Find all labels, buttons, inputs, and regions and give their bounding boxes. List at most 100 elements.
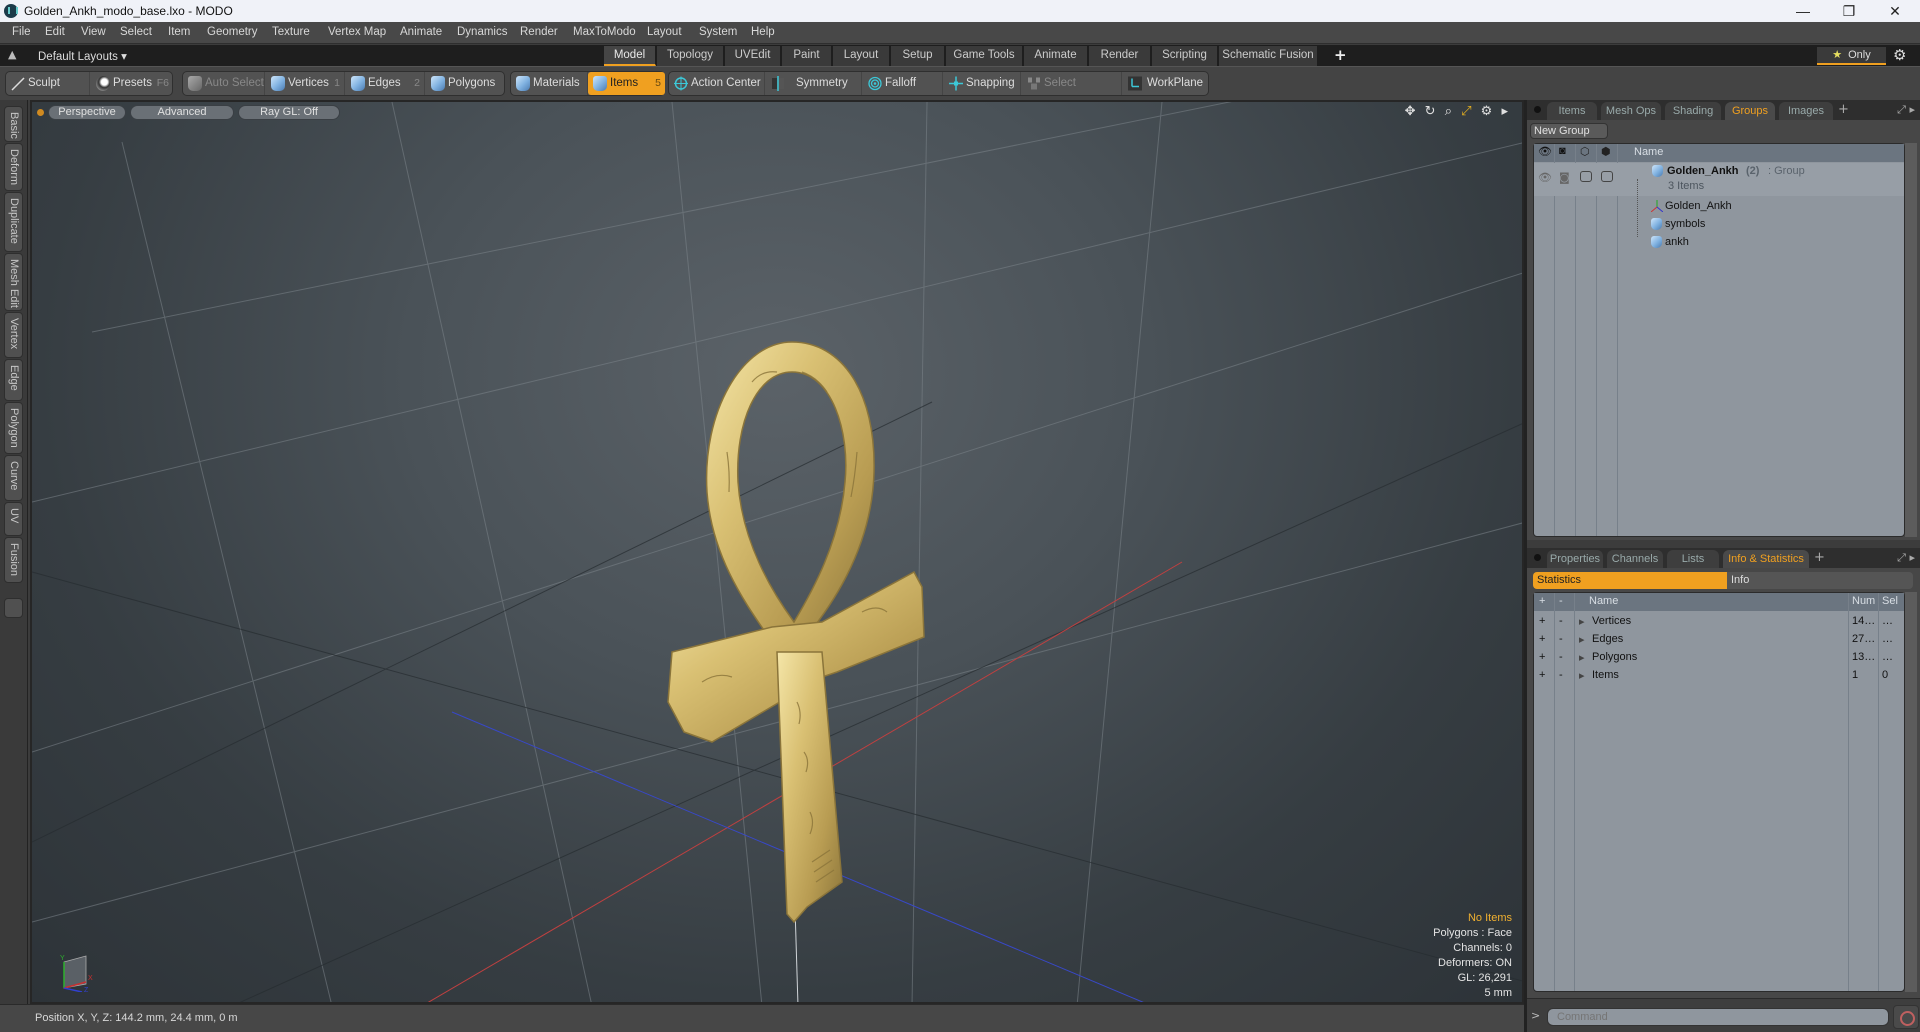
workplane-button[interactable]: WorkPlane (1123, 72, 1209, 95)
select-toggle[interactable] (1601, 171, 1613, 182)
tab-render[interactable]: Render (1089, 46, 1151, 66)
tab-mesh-ops[interactable]: Mesh Ops (1601, 102, 1661, 120)
tab-properties[interactable]: Properties (1547, 550, 1603, 568)
expand-panel-icon[interactable]: ⤢ ▸ (1897, 103, 1915, 117)
add-layout-tab-button[interactable]: + (1334, 46, 1347, 64)
collapse-row-button[interactable]: - (1559, 615, 1563, 627)
tab-paint[interactable]: Paint (782, 46, 832, 66)
action-center-button[interactable]: Action Center (669, 72, 765, 95)
vtab-polygon[interactable]: Polygon (4, 402, 23, 454)
vtab-duplicate[interactable]: Duplicate (4, 192, 23, 252)
add-tab-button[interactable]: + (1814, 550, 1825, 565)
menu-edit[interactable]: Edit (45, 26, 65, 38)
sculpt-button[interactable]: Sculpt (6, 72, 90, 95)
expand-arrow-icon[interactable]: ▸ (1501, 104, 1508, 119)
view-type-button[interactable]: Perspective (48, 105, 126, 120)
symmetry-button[interactable]: Symmetry (766, 72, 862, 95)
tab-setup[interactable]: Setup (891, 46, 945, 66)
statistics-row[interactable]: + - ▸ Items 1 0 (1534, 666, 1904, 684)
menu-help[interactable]: Help (751, 26, 775, 38)
visibility-toggle-icon[interactable]: 👁 (1538, 171, 1552, 184)
collapse-row-button[interactable]: - (1559, 633, 1563, 645)
collapse-row-button[interactable]: - (1559, 669, 1563, 681)
tab-shading[interactable]: Shading (1665, 102, 1721, 120)
tab-info-statistics[interactable]: Info & Statistics (1723, 550, 1809, 568)
gear-icon[interactable]: ⚙ (1893, 46, 1906, 64)
vtab-vertex[interactable]: Vertex (4, 312, 23, 358)
statistics-scrollbar[interactable] (1905, 592, 1917, 992)
close-button[interactable]: ✕ (1872, 0, 1918, 22)
menu-render[interactable]: Render (520, 26, 558, 38)
tab-animate[interactable]: Animate (1024, 46, 1088, 66)
menu-texture[interactable]: Texture (272, 26, 310, 38)
menu-select[interactable]: Select (120, 26, 152, 38)
info-subtab[interactable]: Info (1727, 572, 1913, 589)
menu-animate[interactable]: Animate (400, 26, 442, 38)
vtab-deform[interactable]: Deform (4, 143, 23, 191)
menu-vertex-map[interactable]: Vertex Map (328, 26, 386, 38)
vertices-button[interactable]: Vertices 1 (266, 72, 345, 95)
expand-triangle-icon[interactable]: ▸ (1579, 669, 1585, 682)
group-row[interactable]: 👁 ◙ Golden_Ankh (2) : Group 3 Items (1534, 163, 1904, 196)
expand-row-button[interactable]: + (1539, 633, 1545, 645)
expand-row-button[interactable]: + (1539, 651, 1545, 663)
snapping-button[interactable]: Snapping (944, 72, 1021, 95)
group-child-row[interactable]: symbols (1534, 215, 1904, 233)
menu-system[interactable]: System (699, 26, 737, 38)
expand-triangle-icon[interactable]: ▸ (1579, 615, 1585, 628)
materials-button[interactable]: Materials (511, 72, 588, 95)
zoom-icon[interactable]: ⌕ (1445, 104, 1452, 119)
add-tab-button[interactable]: + (1838, 102, 1849, 117)
record-macro-button[interactable] (1893, 1005, 1919, 1029)
statistics-row[interactable]: + - ▸ Edges 27…… (1534, 630, 1904, 648)
minimize-button[interactable]: — (1780, 0, 1826, 22)
tab-schematic-fusion[interactable]: Schematic Fusion (1219, 46, 1318, 66)
statistics-subtab[interactable]: Statistics (1533, 572, 1727, 589)
menu-maxtomodo[interactable]: MaxToModo (573, 26, 636, 38)
layouts-dropdown[interactable]: Default Layouts ▾ (38, 49, 127, 63)
tab-topology[interactable]: Topology (657, 46, 724, 66)
collapse-row-button[interactable]: - (1559, 651, 1563, 663)
tab-uvedit[interactable]: UVEdit (725, 46, 781, 66)
group-child-row[interactable]: Golden_Ankh (1534, 197, 1904, 215)
expand-triangle-icon[interactable]: ▸ (1579, 651, 1585, 664)
vtab-uv[interactable]: UV (4, 502, 23, 536)
maximize-button[interactable]: ❐ (1826, 0, 1872, 22)
viewport-options-dot[interactable] (37, 109, 44, 116)
panel-menu-dot[interactable] (1534, 106, 1541, 113)
3d-viewport[interactable]: Perspective Advanced Ray GL: Off ✥ ↻ ⌕ ⤢… (30, 100, 1524, 1004)
panel-menu-dot[interactable] (1534, 554, 1541, 561)
render-toggle-icon[interactable]: ◙ (1559, 171, 1570, 184)
presets-button[interactable]: Presets F6 (91, 72, 173, 95)
statistics-row[interactable]: + - ▸ Polygons 13…… (1534, 648, 1904, 666)
golden-ankh-model[interactable] (632, 232, 952, 932)
tab-layout[interactable]: Layout (833, 46, 890, 66)
fit-icon[interactable]: ⤢ (1461, 104, 1471, 119)
polygons-button[interactable]: Polygons (426, 72, 505, 95)
expand-triangle-icon[interactable]: ▸ (1579, 633, 1585, 646)
rotate-icon[interactable]: ↻ (1425, 104, 1436, 119)
vtab-edge[interactable]: Edge (4, 359, 23, 401)
tab-model[interactable]: Model (604, 46, 656, 66)
viewport-settings-icon[interactable]: ⚙ (1481, 104, 1493, 119)
group-child-row[interactable]: ankh (1534, 233, 1904, 251)
expand-panel-icon[interactable]: ⤢ ▸ (1897, 551, 1915, 565)
select-through-button[interactable]: Select Through (1022, 72, 1122, 112)
vtab-basic[interactable]: Basic (4, 106, 23, 142)
menu-view[interactable]: View (81, 26, 106, 38)
falloff-button[interactable]: Falloff (863, 72, 943, 95)
menu-file[interactable]: File (12, 26, 31, 38)
tab-groups[interactable]: Groups (1725, 102, 1775, 120)
tab-images[interactable]: Images (1779, 102, 1833, 120)
menu-geometry[interactable]: Geometry (207, 26, 258, 38)
menu-layout[interactable]: Layout (647, 26, 682, 38)
vtab-fusion[interactable]: Fusion (4, 537, 23, 583)
edges-button[interactable]: Edges 2 (346, 72, 425, 95)
auto-select-button[interactable]: Auto Select (183, 72, 265, 95)
command-input[interactable] (1547, 1008, 1889, 1026)
only-button[interactable]: ★ Only (1817, 47, 1886, 65)
collapse-up-icon[interactable]: ▲ (8, 48, 16, 61)
pan-icon[interactable]: ✥ (1405, 104, 1416, 119)
tab-lists[interactable]: Lists (1667, 550, 1719, 568)
expand-row-button[interactable]: + (1539, 615, 1545, 627)
